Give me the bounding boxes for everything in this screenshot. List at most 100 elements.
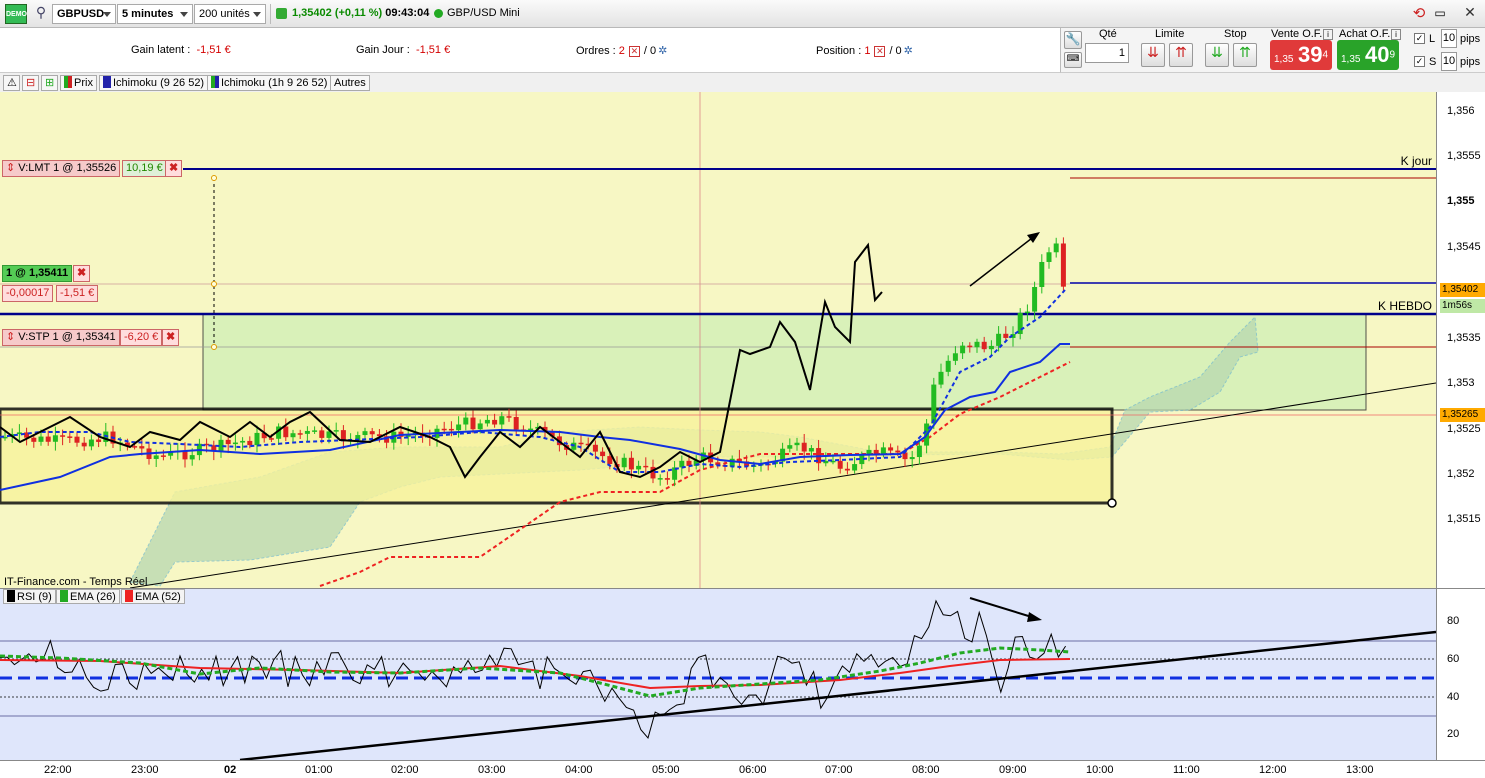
buy-info-icon[interactable]: i [1391,29,1401,40]
candle [225,439,231,445]
pips-label: pips [1460,56,1481,68]
pips-label: pips [1460,33,1481,45]
candle [960,345,966,354]
candle [81,442,87,447]
price-axis[interactable]: 1,356 1,3555 1,355 1,3545 1,3535 1,353 1… [1436,92,1485,760]
tab-autres[interactable]: Autres [330,75,370,91]
candle [916,445,922,458]
candle [996,333,1002,346]
candle [506,416,512,418]
sell-label: Vente O.F. [1271,28,1323,40]
units-select[interactable]: 200 unités [194,4,266,24]
candle [794,442,800,446]
l-checkbox[interactable]: ✓ [1414,33,1425,44]
y-tick: 1,352 [1447,468,1475,480]
instrument-name: GBP/USD Mini [447,7,520,19]
candle [52,435,58,442]
candle [333,430,339,432]
x-tick: 05:00 [652,764,680,776]
remove-icon[interactable]: ⊟ [22,75,39,91]
s-label: S [1429,56,1437,68]
candle [232,442,238,445]
tab-ichimoku[interactable]: Ichimoku (9 26 52) [99,75,209,91]
candle [38,436,44,442]
candle [1024,311,1030,314]
close-icon[interactable]: ✕ [1462,4,1478,20]
settings-icon: ✲ [903,45,913,57]
candle [240,440,246,443]
x-tick: 06:00 [739,764,767,776]
ordres-summary[interactable]: Ordres : 2 ✕/ 0 ✲ [576,44,667,57]
tab-prix[interactable]: Prix [60,75,97,91]
candle [1003,333,1009,338]
current-price-label: 1,35402 [1440,283,1485,297]
candle [132,446,138,448]
x-tick: 10:00 [1086,764,1114,776]
cancel-stop-button[interactable]: ✖ [162,329,180,346]
position-tag[interactable]: 1 @ 1,35411 [2,265,73,282]
tab-rsi[interactable]: RSI (9) [3,589,56,604]
wrench-icon[interactable]: 🔧 [1064,31,1082,49]
candle [888,447,894,451]
candle [636,465,642,470]
k-jour-label: K jour [1401,154,1432,168]
k-hebdo-label: K HEBDO [1378,299,1432,313]
stop-buy-button[interactable]: ⇈ [1233,43,1257,67]
y-tick: 1,3525 [1447,423,1481,435]
close-position-icon: ✕ [874,46,886,57]
candle [96,439,102,442]
pin-icon[interactable]: ⚲ [33,4,49,24]
candle [312,430,318,432]
candle [268,438,274,440]
keyboard-icon[interactable]: ⌨ [1064,52,1082,68]
limit-order-tag[interactable]: ⇕ V:LMT 1 @ 1,35526 [2,160,121,177]
refresh-icon[interactable]: ⟲ [1409,4,1429,24]
limit-buy-button[interactable]: ⇈ [1169,43,1193,67]
candle [492,419,498,425]
sell-button[interactable]: 1,35 394 [1270,40,1332,70]
candle [974,341,980,348]
candle [967,345,973,348]
price-chart[interactable]: K jour K HEBDO IT-Finance.com - Temps Ré… [0,92,1436,588]
candle [31,437,37,442]
candle [74,436,80,443]
rsi-tick: 80 [1447,615,1460,627]
stop-order-tag[interactable]: ⇕ V:STP 1 @ 1,35341 [2,329,120,346]
cancel-limit-button[interactable]: ✖ [165,160,183,177]
alert-icon[interactable]: ⚠ [3,75,20,91]
l-pips-input[interactable]: 10 [1441,29,1457,48]
stop-sell-button[interactable]: ⇊ [1205,43,1229,67]
y-tick: 1,3535 [1447,332,1481,344]
qty-label: Qté [1099,28,1117,40]
tab-ema26[interactable]: EMA (26) [56,589,120,604]
s-checkbox[interactable]: ✓ [1414,56,1425,67]
position-summary[interactable]: Position : 1 ✕/ 0 ✲ [816,44,913,57]
x-tick: 23:00 [131,764,159,776]
candle [988,345,994,350]
qty-input[interactable] [1085,43,1129,63]
minimize-icon[interactable]: ▭ [1433,6,1447,20]
candle [628,457,634,470]
candle [952,353,958,361]
tab-ema52[interactable]: EMA (52) [121,589,185,604]
time-axis[interactable]: 22:00 23:00 02 01:00 02:00 03:00 04:00 0… [0,760,1485,778]
symbol-select[interactable]: GBPUSD [52,4,116,24]
candle [852,464,858,471]
buy-button[interactable]: 1,35 409 [1337,40,1399,70]
limit-gain: 10,19 € [122,160,167,177]
limit-sell-button[interactable]: ⇊ [1141,43,1165,67]
position-diff: -0,00017 [2,285,54,302]
sell-info-icon[interactable]: i [1323,29,1333,40]
tab-ichimoku-1h[interactable]: Ichimoku (1h 9 26 52) [207,75,332,91]
timeframe-select[interactable]: 5 minutes [117,4,193,24]
y-tick: 1,3515 [1447,513,1481,525]
close-position-button[interactable]: ✖ [73,265,91,282]
rsi-panel[interactable] [0,588,1436,760]
candle [88,439,94,447]
y-tick: 1,353 [1447,377,1475,389]
candle [441,428,447,431]
position-gain: -1,51 € [56,285,99,302]
s-pips-input[interactable]: 10 [1441,52,1457,71]
stop-label: Stop [1224,28,1247,40]
add-icon[interactable]: ⊞ [41,75,58,91]
